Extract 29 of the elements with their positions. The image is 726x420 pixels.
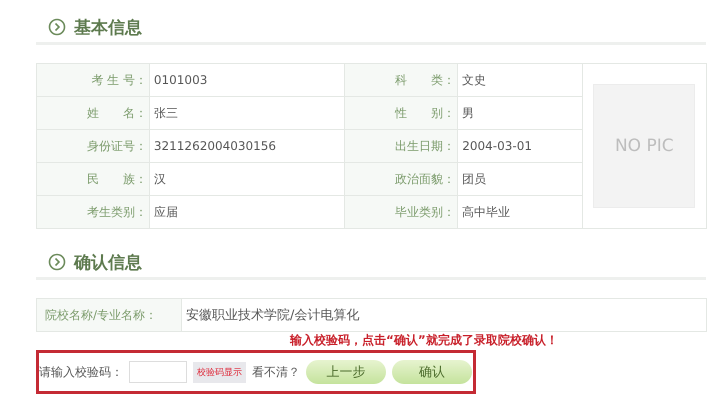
back-button[interactable]: 上一步 xyxy=(306,360,386,384)
field-label: 性 别： xyxy=(344,96,458,130)
field-value: 文史 xyxy=(458,64,582,96)
instruction-note: 输入校验码，点击“确认”就完成了录取院校确认！ xyxy=(290,332,559,348)
field-label: 民 族： xyxy=(36,162,150,196)
field-label: 身份证号： xyxy=(36,130,150,162)
field-value: 汉 xyxy=(149,162,345,196)
field-label: 姓 名： xyxy=(36,96,150,130)
captcha-image: 校验码显示 xyxy=(193,362,246,382)
field-label: 院校名称/专业名称： xyxy=(36,298,182,332)
captcha-field[interactable] xyxy=(129,361,187,383)
field-value: 应届 xyxy=(149,196,345,228)
section-title: 确认信息 xyxy=(74,252,142,274)
section-title: 基本信息 xyxy=(74,16,142,38)
field-label: 出生日期： xyxy=(344,130,458,162)
field-label: 政治面貌： xyxy=(344,162,458,196)
confirm-button[interactable]: 确认 xyxy=(392,360,472,384)
field-label: 考生类别： xyxy=(36,196,150,228)
field-value: 安徽职业技术学院/会计电算化 xyxy=(182,298,706,332)
field-value: 3211262004030156 xyxy=(149,130,345,162)
refresh-hint[interactable]: 看不清？ xyxy=(252,364,300,380)
captcha-label: 请输入校验码： xyxy=(39,364,123,380)
field-value: 张三 xyxy=(149,96,345,130)
field-label: 毕业类别： xyxy=(344,196,458,228)
field-label: 考 生 号： xyxy=(36,64,150,96)
chevron-circle-icon xyxy=(48,18,66,36)
field-label: 科 类： xyxy=(344,64,458,96)
chevron-circle-icon xyxy=(48,253,66,271)
field-value: 0101003 xyxy=(149,64,345,96)
